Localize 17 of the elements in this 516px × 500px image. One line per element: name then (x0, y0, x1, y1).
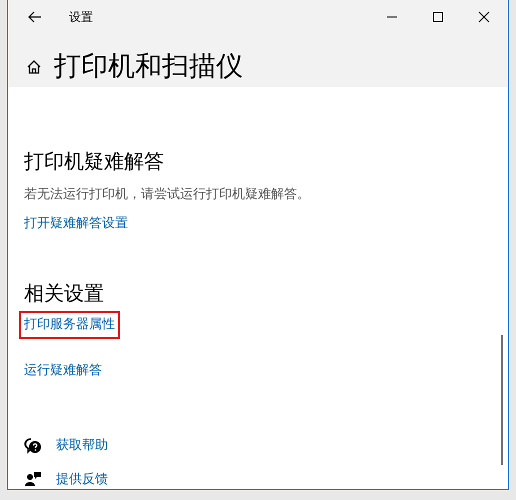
back-arrow-icon[interactable] (28, 10, 42, 22)
section-heading: 打印机疑难解答 (24, 151, 165, 171)
section-heading: 相关设置 (24, 283, 105, 303)
related-link[interactable]: 运行疑难解答 (19, 356, 107, 384)
section-description: 若无法运行打印机，请尝试运行打印机疑难解答。 (24, 186, 310, 204)
home-icon[interactable] (26, 58, 42, 74)
footer-link[interactable]: 提供反馈 (56, 470, 108, 489)
close-icon[interactable] (478, 10, 490, 22)
related-link[interactable]: 打印服务器属性 (19, 311, 120, 338)
maximize-icon[interactable] (432, 10, 444, 22)
feedback-icon (25, 471, 41, 488)
footer-link[interactable]: 获取帮助 (56, 436, 108, 456)
troubleshoot-settings-link[interactable]: 打开疑难解答设置 (24, 214, 128, 233)
scrollbar[interactable] (501, 335, 503, 465)
page-title: 打印机和扫描仪 (54, 53, 243, 80)
help-icon (24, 438, 42, 454)
window-title: 设置 (69, 8, 93, 26)
